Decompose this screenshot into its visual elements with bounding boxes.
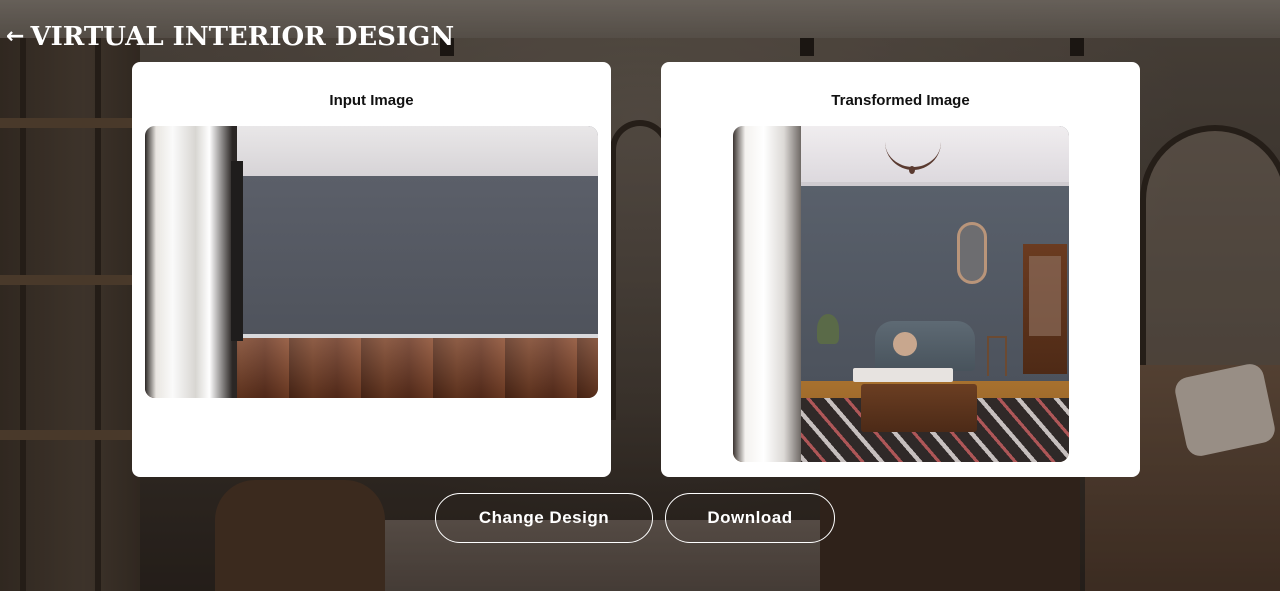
room-side-table: [987, 336, 1007, 376]
room-window-curtain: [733, 126, 801, 462]
transformed-image-title: Transformed Image: [831, 92, 970, 109]
transformed-image-card: Transformed Image: [661, 62, 1140, 477]
room-chandelier-drop: [909, 166, 915, 174]
room-coffee-table: [861, 384, 977, 432]
change-design-button[interactable]: Change Design: [435, 493, 653, 543]
input-image-title: Input Image: [329, 92, 414, 109]
room-curtain: [231, 161, 243, 341]
page-header: ← VIRTUAL INTERIOR DESIGN: [6, 20, 454, 54]
back-arrow-icon[interactable]: ←: [6, 26, 24, 48]
room-window-curtain: [145, 126, 237, 398]
room-pillow: [893, 332, 917, 356]
transformed-image: [733, 126, 1069, 462]
download-button[interactable]: Download: [665, 493, 835, 543]
room-wall: [235, 176, 598, 336]
room-bench: [853, 368, 953, 382]
input-image: [145, 126, 598, 398]
room-cabinet-glass: [1029, 256, 1061, 336]
room-mirror: [957, 222, 987, 284]
room-sofa: [875, 321, 975, 371]
page-title: VIRTUAL INTERIOR DESIGN: [30, 22, 455, 52]
room-plant: [817, 314, 839, 344]
input-image-card: Input Image: [132, 62, 611, 477]
